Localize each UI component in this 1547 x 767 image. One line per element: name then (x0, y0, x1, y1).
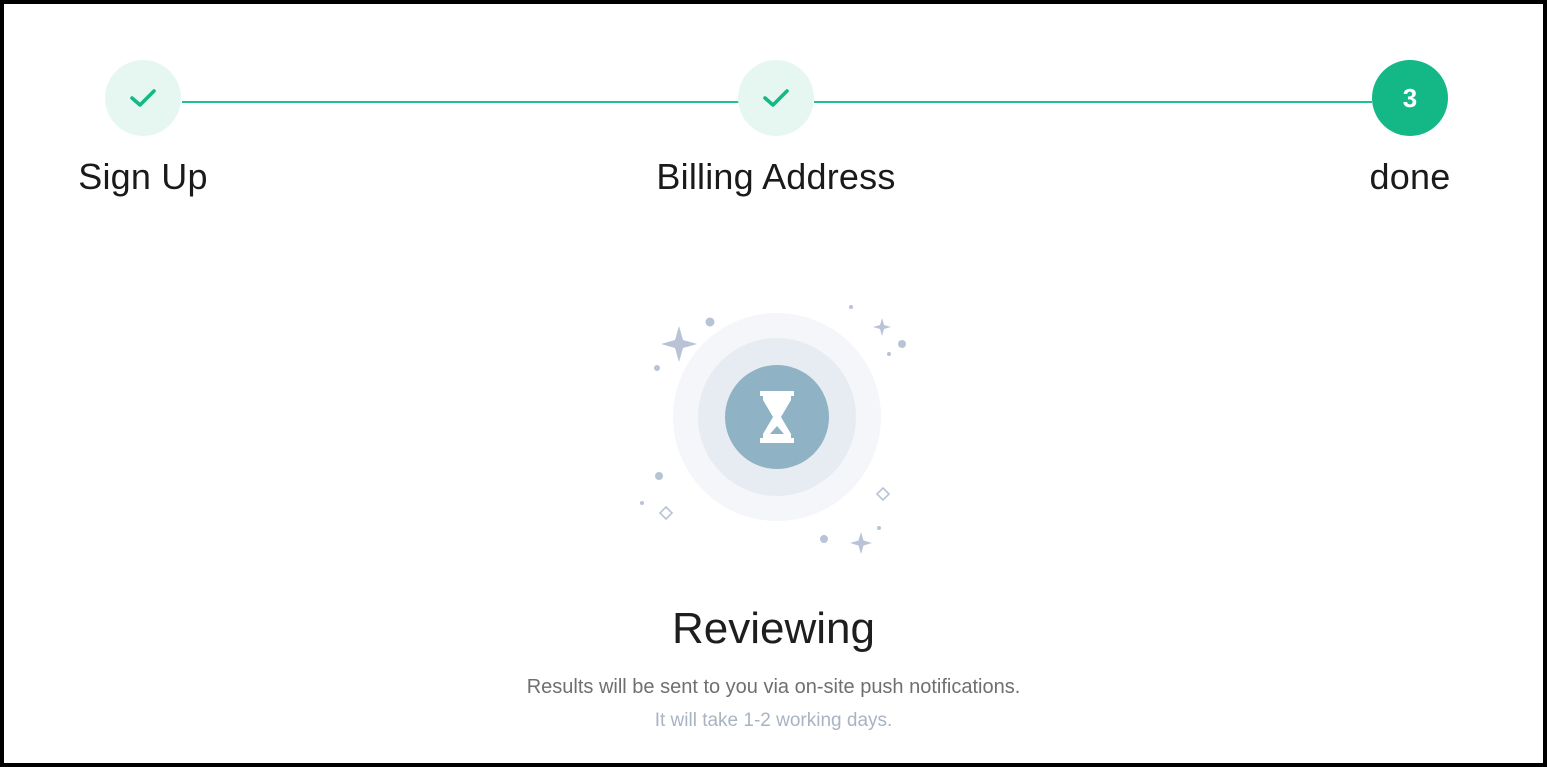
step-3-circle: 3 (1372, 60, 1448, 136)
step-2-label: Billing Address (656, 156, 896, 197)
status-title: Reviewing (672, 604, 875, 653)
step-connector-1 (182, 101, 740, 103)
status-message: Results will be sent to you via on-site … (526, 676, 1021, 698)
step-2-circle (738, 60, 814, 136)
check-icon (130, 89, 156, 107)
page-frame: Sign Up Billing Address 3 done Reviewing… (4, 4, 1543, 763)
step-1-circle (105, 60, 181, 136)
step-3-label: done (1369, 156, 1451, 197)
step-1-label: Sign Up (78, 156, 208, 197)
status-note: It will take 1-2 working days. (654, 710, 893, 731)
check-icon (763, 89, 789, 107)
step-connector-2 (814, 101, 1372, 103)
step-3-number: 3 (1402, 82, 1418, 113)
reviewing-illustration (640, 305, 906, 554)
